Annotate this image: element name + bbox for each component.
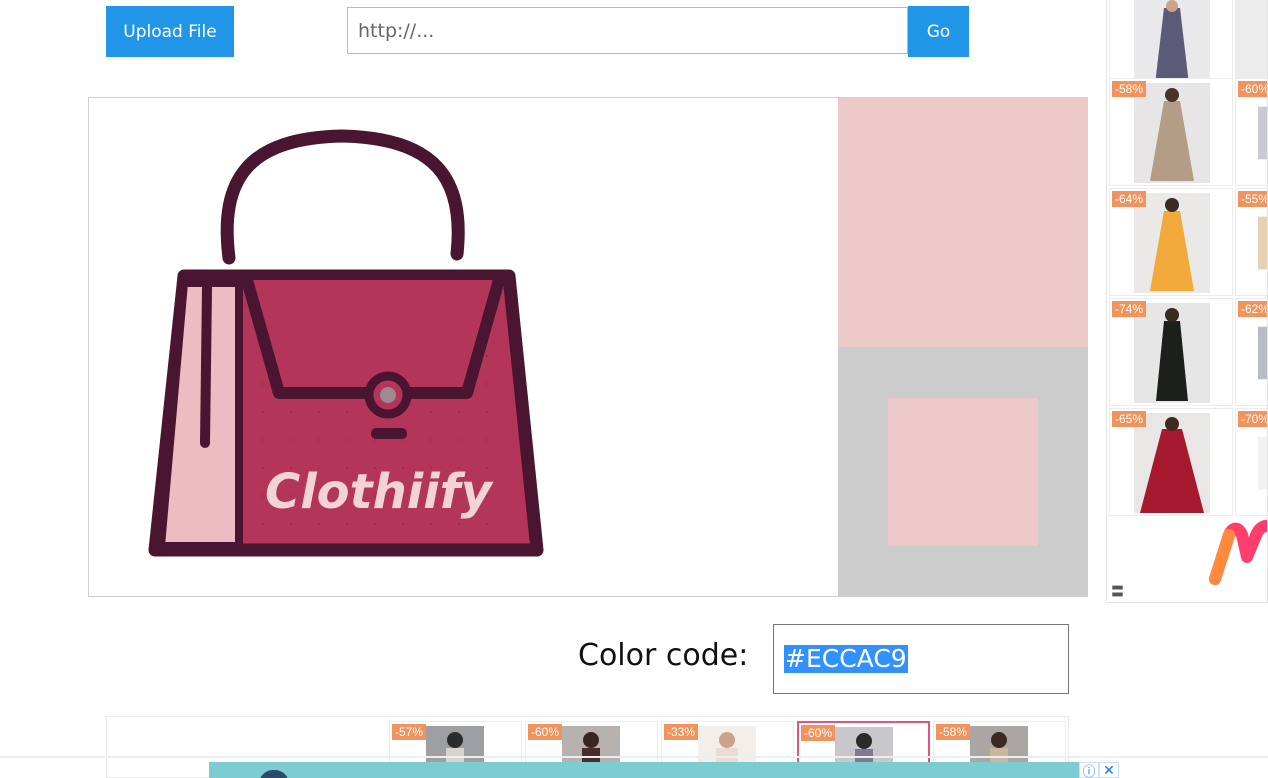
- discount-badge: -33%: [664, 724, 699, 740]
- ad-close-icon[interactable]: ✕: [1099, 762, 1119, 778]
- color-picker-area: Clothiify: [88, 97, 1088, 597]
- url-input[interactable]: [347, 7, 908, 54]
- side-ad[interactable]: -58% -60% -64% -55% -74% -62% -65% -70% …: [1106, 0, 1268, 603]
- side-ad-product[interactable]: -58%: [1109, 78, 1233, 186]
- product-thumbnail: [1258, 436, 1267, 490]
- color-code-field[interactable]: #ECCAC9: [773, 624, 1069, 694]
- color-code-label: Color code:: [578, 638, 749, 673]
- handbag-logo: Clothiify: [148, 129, 544, 557]
- discount-badge: -58%: [1112, 81, 1147, 97]
- discount-badge: -57%: [392, 724, 427, 740]
- discount-badge: -64%: [1112, 191, 1147, 207]
- side-ad-product[interactable]: -64%: [1109, 188, 1233, 296]
- discount-badge: -62%: [1238, 301, 1267, 317]
- side-ad-product[interactable]: -74%: [1109, 298, 1233, 406]
- product-thumbnail: [1258, 216, 1267, 270]
- zoom-preview: [838, 347, 1088, 596]
- color-code-value[interactable]: #ECCAC9: [784, 645, 908, 673]
- discount-badge: -70%: [1238, 411, 1267, 427]
- myntra-logo-icon[interactable]: [1207, 517, 1268, 587]
- side-ad-product[interactable]: -60%: [1235, 78, 1267, 186]
- sticky-ad-divider: [0, 756, 1268, 758]
- picked-color-swatch: [838, 98, 1088, 347]
- uploaded-image[interactable]: Clothiify: [89, 98, 837, 596]
- product-thumbnail: [1258, 106, 1267, 160]
- logo-text: Clothiify: [265, 464, 494, 520]
- banner-graphic: [259, 770, 289, 778]
- menu-lines-icon[interactable]: 〓: [1111, 581, 1124, 600]
- side-ad-product[interactable]: -62%: [1235, 298, 1267, 406]
- product-thumbnail: [1258, 326, 1267, 380]
- discount-badge: -74%: [1112, 301, 1147, 317]
- side-ad-product[interactable]: -55%: [1235, 188, 1267, 296]
- product-thumbnail: [1134, 83, 1210, 183]
- zoom-preview-color: [888, 398, 1038, 546]
- side-ad-product[interactable]: -65%: [1109, 408, 1233, 516]
- go-button[interactable]: Go: [908, 6, 969, 57]
- product-thumbnail: [1134, 413, 1210, 513]
- discount-badge: -60%: [1238, 81, 1267, 97]
- side-ad-product[interactable]: -70%: [1235, 408, 1267, 516]
- discount-badge: -60%: [801, 725, 836, 741]
- discount-badge: -58%: [936, 724, 971, 740]
- upload-file-button[interactable]: Upload File: [106, 6, 234, 57]
- product-thumbnail: [1134, 193, 1210, 293]
- discount-badge: -60%: [528, 724, 563, 740]
- ad-info-icon[interactable]: ⓘ: [1079, 762, 1099, 778]
- discount-badge: -65%: [1112, 411, 1147, 427]
- discount-badge: -55%: [1238, 191, 1267, 207]
- sticky-ad-banner[interactable]: [209, 762, 1079, 778]
- product-thumbnail: [1134, 303, 1210, 403]
